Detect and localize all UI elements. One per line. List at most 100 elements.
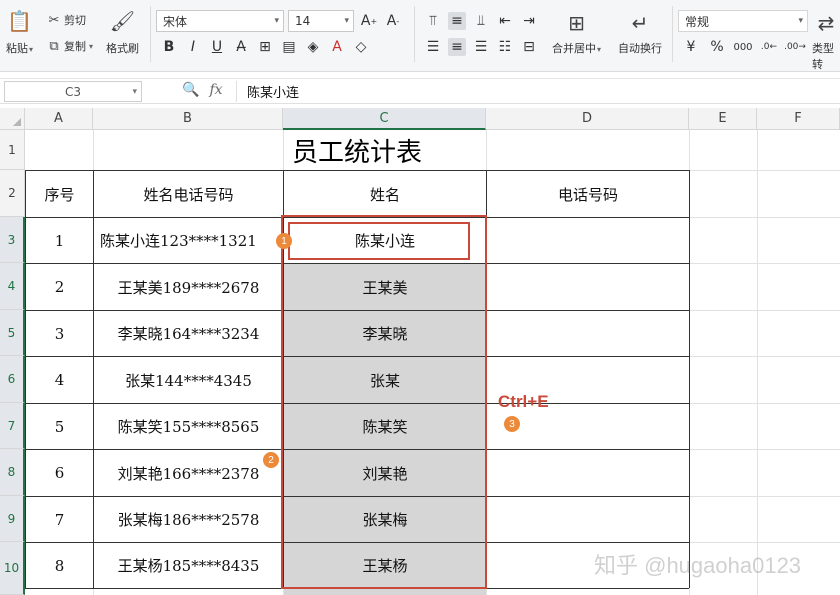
cell-combined[interactable]: 李某晓164****3234	[94, 311, 283, 356]
cell-no[interactable]: 2	[26, 264, 93, 310]
cell-combined[interactable]: 王某杨185****8435	[94, 543, 283, 588]
merge-center-button[interactable]: ⊞ 合并居中▾	[552, 10, 601, 56]
cell-combined[interactable]: 王某美189****2678	[94, 264, 283, 310]
active-cell-outline	[288, 222, 470, 260]
cell-combined[interactable]: 张某梅186****2578	[94, 497, 283, 542]
cell-no[interactable]: 4	[26, 357, 93, 403]
ribbon-toolbar: 📋 粘贴▾ ✂ 剪切 ⧉ 复制 ▾ 🖌 格式刷 宋体 ▾ 14 ▾ A + A- B…	[0, 0, 840, 72]
cell-type-button[interactable]: ⇄ 类型转	[812, 10, 840, 72]
cell-phone[interactable]	[487, 450, 689, 496]
step-badge-3: 3	[504, 416, 520, 432]
indent-decrease-icon[interactable]: ⇤	[496, 12, 514, 30]
chevron-down-icon: ▾	[132, 86, 137, 97]
cell-type-label: 类型转	[812, 42, 834, 71]
decrease-font-icon[interactable]: A-	[384, 12, 402, 30]
font-color-icon[interactable]: A	[328, 38, 346, 56]
cell-no[interactable]: 6	[26, 450, 93, 496]
underline-icon[interactable]: U	[208, 38, 226, 56]
cell-phone[interactable]	[487, 218, 689, 263]
name-box[interactable]: C3 ▾	[4, 81, 142, 102]
select-all-corner[interactable]	[0, 108, 25, 130]
row-header-9[interactable]: 9	[0, 496, 25, 542]
number-format-group: ¥ % 000 .0← .00→	[682, 38, 806, 56]
header-cell-name[interactable]: 姓名	[284, 171, 486, 217]
cell-combined[interactable]: 陈某笑155****8565	[94, 404, 283, 449]
row-header-1[interactable]: 1	[0, 130, 25, 170]
column-header-c[interactable]: C	[283, 108, 486, 130]
column-header-d[interactable]: D	[486, 108, 689, 130]
fx-icon[interactable]: fx	[209, 82, 222, 98]
cell-no[interactable]: 1	[26, 218, 93, 263]
zoom-icon[interactable]: 🔍	[182, 82, 199, 98]
column-header-b[interactable]: B	[93, 108, 283, 130]
cell-no[interactable]: 8	[26, 543, 93, 588]
chevron-down-icon: ▾	[274, 16, 279, 26]
cell-no[interactable]: 3	[26, 311, 93, 356]
sheet-title[interactable]: 员工统计表	[25, 130, 689, 170]
row-header-2[interactable]: 2	[0, 170, 25, 217]
cut-button[interactable]: ✂ 剪切	[46, 12, 86, 28]
shortcut-label: Ctrl+E	[498, 392, 549, 411]
row-header-3[interactable]: 3	[0, 217, 25, 263]
align-center-icon[interactable]: ≡	[448, 38, 466, 56]
justify-icon[interactable]: ☷	[496, 38, 514, 56]
border-icon[interactable]: ⊞	[256, 38, 274, 56]
wrap-text-icon: ↵	[631, 11, 649, 35]
cell-no[interactable]: 7	[26, 497, 93, 542]
font-size-value: 14	[295, 14, 311, 28]
italic-icon[interactable]: I	[184, 38, 202, 56]
row-header-6[interactable]: 6	[0, 356, 25, 403]
cell-phone[interactable]	[487, 264, 689, 310]
number-format-select[interactable]: 常规 ▾	[678, 10, 808, 32]
align-right-icon[interactable]: ☰	[472, 38, 490, 56]
row-header-8[interactable]: 8	[0, 449, 25, 496]
header-cell-phone[interactable]: 电话号码	[487, 171, 689, 217]
cell-combined[interactable]: 刘某艳166****2378	[94, 450, 283, 496]
clear-format-icon[interactable]: ◇	[352, 38, 370, 56]
row-header-10[interactable]: 10	[0, 542, 25, 595]
align-left-icon[interactable]: ☰	[424, 38, 442, 56]
align-bottom-icon[interactable]: ⫫	[472, 12, 490, 30]
cell-combined[interactable]: 张某144****4345	[94, 357, 283, 403]
align-middle-icon[interactable]: ≡	[448, 12, 466, 30]
cell-style-icon[interactable]: ▤	[280, 38, 298, 56]
spreadsheet-grid: A B C D E F 1 2 3 4 5 6 7 8 9 10 员工统计表 序…	[0, 108, 840, 595]
cell-combined[interactable]: 陈某小连123****1321	[94, 218, 283, 263]
font-size-select[interactable]: 14 ▾	[288, 10, 354, 32]
divider	[414, 6, 415, 62]
cell-phone[interactable]	[487, 497, 689, 542]
wrap-text-button[interactable]: ↵ 自动换行	[618, 10, 662, 56]
copy-icon: ⧉	[49, 38, 59, 54]
header-cell-combined[interactable]: 姓名电话号码	[94, 171, 283, 217]
cell-phone[interactable]	[487, 311, 689, 356]
bold-icon[interactable]: B	[160, 38, 178, 56]
column-header-f[interactable]: F	[757, 108, 840, 130]
column-header-e[interactable]: E	[689, 108, 757, 130]
row-header-5[interactable]: 5	[0, 310, 25, 356]
strikethrough-icon[interactable]: A̶	[232, 38, 250, 56]
increase-decimal-icon[interactable]: .0←	[760, 38, 778, 56]
paste-button[interactable]: 📋 粘贴▾	[6, 8, 33, 56]
wrap-text-label: 自动换行	[618, 42, 662, 55]
row-header-7[interactable]: 7	[0, 403, 25, 449]
formula-input[interactable]: 陈某小连	[236, 81, 840, 102]
indent-increase-icon[interactable]: ⇥	[520, 12, 538, 30]
fill-color-icon[interactable]: ◈	[304, 38, 322, 56]
format-painter-button[interactable]: 🖌 格式刷	[106, 8, 139, 56]
thousands-icon[interactable]: 000	[733, 38, 752, 56]
formula-bar: C3 ▾ 🔍 fx 陈某小连	[0, 78, 840, 104]
column-header-a[interactable]: A	[25, 108, 93, 130]
header-cell-no[interactable]: 序号	[26, 171, 93, 217]
align-top-icon[interactable]: ⫪	[424, 12, 442, 30]
copy-button[interactable]: ⧉ 复制 ▾	[46, 38, 93, 54]
decrease-decimal-icon[interactable]: .00→	[784, 38, 806, 56]
row-header-4[interactable]: 4	[0, 263, 25, 310]
distribute-icon[interactable]: ⊟	[520, 38, 538, 56]
increase-font-icon[interactable]: A +	[360, 12, 378, 30]
table-border	[689, 170, 690, 588]
currency-icon[interactable]: ¥	[682, 38, 700, 56]
type-convert-icon: ⇄	[817, 11, 835, 35]
cell-no[interactable]: 5	[26, 404, 93, 449]
font-name-select[interactable]: 宋体 ▾	[156, 10, 284, 32]
percent-icon[interactable]: %	[708, 38, 726, 56]
